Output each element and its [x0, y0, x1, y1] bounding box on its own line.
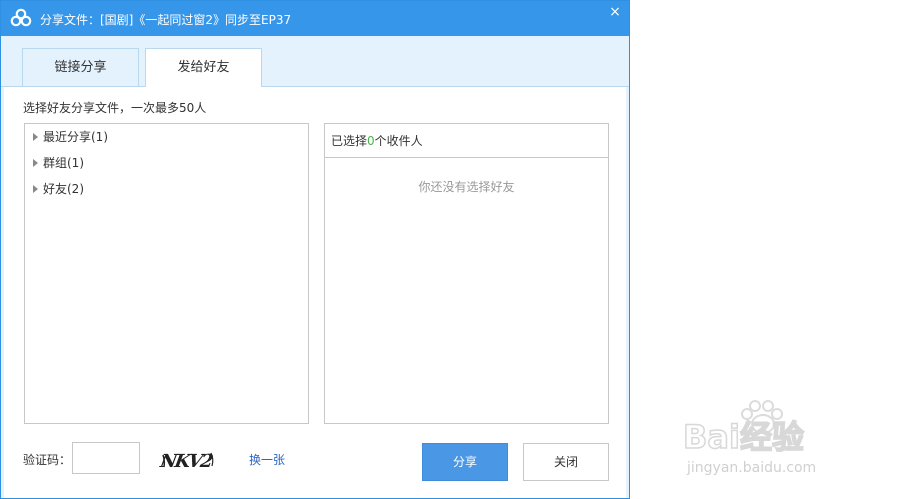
refresh-captcha-link[interactable]: 换一张 [249, 451, 285, 468]
expand-arrow-icon[interactable] [33, 158, 38, 167]
baidu-jingyan-watermark: Bai经验 jingyan.baidu.com [682, 400, 816, 476]
title-bar[interactable]: 分享文件：[国剧]《一起同过窗2》同步至EP37 × [1, 1, 629, 36]
selected-recipients-panel: 已选择0个收件人 你还没有选择好友 [324, 123, 609, 424]
tab-send-to-friends[interactable]: 发给好友 [145, 48, 262, 87]
instruction-text: 选择好友分享文件，一次最多50人 [23, 101, 207, 115]
selected-count-header: 已选择0个收件人 [325, 124, 608, 158]
selected-suffix: 个收件人 [374, 134, 423, 148]
captcha-label: 验证码： [23, 453, 72, 467]
expand-arrow-icon[interactable] [33, 184, 38, 193]
share-button[interactable]: 分享 [422, 443, 508, 481]
share-dialog: 分享文件：[国剧]《一起同过窗2》同步至EP37 × 链接分享 发给好友 选择好… [0, 0, 630, 499]
tree-item-recent[interactable]: 最近分享(1) [33, 127, 108, 147]
tree-item-label: 最近分享(1) [43, 130, 108, 144]
selected-prefix: 已选择 [331, 134, 368, 148]
tree-item-groups[interactable]: 群组(1) [33, 153, 84, 173]
close-button[interactable]: 关闭 [523, 443, 609, 481]
tree-item-label: 群组(1) [43, 156, 84, 170]
close-icon[interactable]: × [601, 1, 629, 23]
empty-selection-text: 你还没有选择好友 [418, 180, 515, 194]
selected-count: 0 [367, 134, 375, 148]
tab-bar: 链接分享 发给好友 [1, 36, 629, 87]
baidu-cloud-logo-icon [10, 8, 32, 27]
tree-item-friends[interactable]: 好友(2) [33, 179, 84, 199]
watermark-brand: Bai经验 [683, 418, 804, 456]
friend-tree: 最近分享(1) 群组(1) 好友(2) [24, 123, 309, 424]
tree-item-label: 好友(2) [43, 182, 84, 196]
window-title: 分享文件：[国剧]《一起同过窗2》同步至EP37 [40, 13, 292, 27]
watermark-url: jingyan.baidu.com [686, 460, 816, 476]
captcha-text: NKV2 [159, 451, 214, 472]
captcha-image[interactable]: NKV2 [159, 447, 217, 473]
tab-link-share[interactable]: 链接分享 [22, 48, 139, 86]
captcha-input[interactable] [72, 442, 140, 474]
expand-arrow-icon[interactable] [33, 132, 38, 141]
